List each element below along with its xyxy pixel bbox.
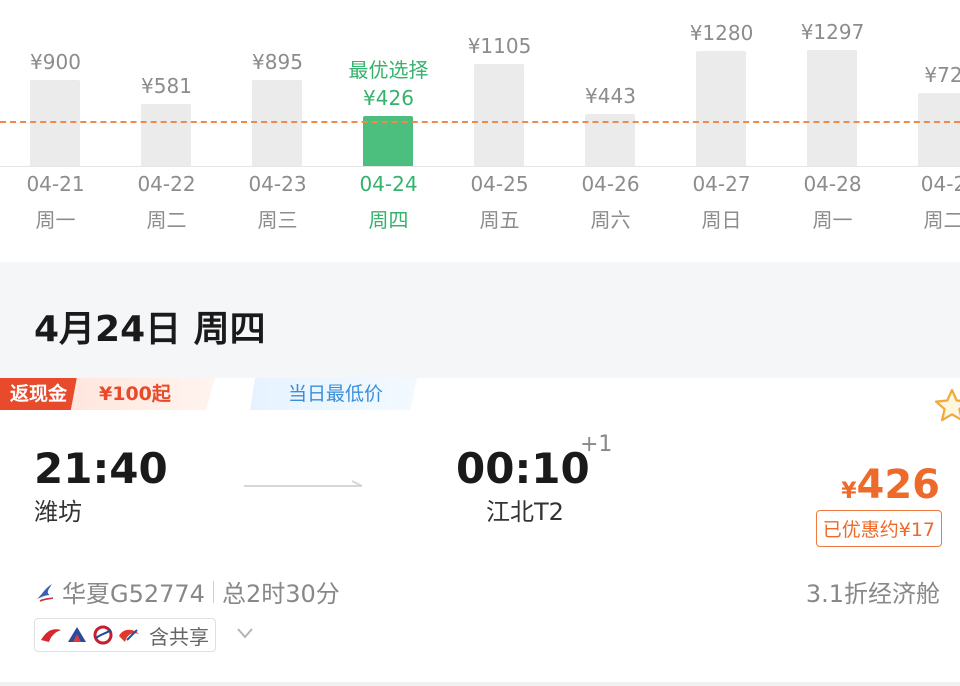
day-date: 04-28 <box>803 172 862 196</box>
day-price: ¥581 <box>141 74 192 98</box>
best-choice-label: 最优选择 <box>348 58 429 82</box>
day-date: 04-22 <box>137 172 196 196</box>
calendar-day-04-22[interactable]: ¥581 04-22 周二 <box>111 0 222 262</box>
arrow-right-icon <box>244 480 363 487</box>
day-weekday: 周五 <box>479 208 520 232</box>
calendar-day-04-25[interactable]: ¥1105 04-25 周五 <box>444 0 555 262</box>
day-date: 04-26 <box>581 172 640 196</box>
day-date: 04-2 <box>920 172 960 196</box>
day-date: 04-25 <box>470 172 529 196</box>
calendar-day-04-24[interactable]: ¥426 最优选择 04-24 周四 <box>333 0 444 262</box>
day-weekday: 周一 <box>35 208 76 232</box>
day-weekday: 周三 <box>257 208 298 232</box>
flight-card[interactable]: 返现金 ¥100起 当日最低价 21:40 潍坊 00:10 +1 江北T2 ¥… <box>0 378 960 686</box>
depart-time: 21:40 <box>34 444 168 493</box>
day-price: ¥443 <box>585 84 636 108</box>
discount-badge: 已优惠约¥17 <box>815 510 942 547</box>
day-price: ¥426 <box>363 86 414 110</box>
day-date: 04-24 <box>359 172 418 196</box>
star-icon[interactable] <box>932 386 960 426</box>
price-bar <box>918 93 960 166</box>
flight-duration: 总2时30分 <box>221 580 340 608</box>
day-price: ¥1105 <box>467 34 532 58</box>
day-price: ¥1297 <box>800 20 865 44</box>
lowest-price-dashed-line <box>0 121 960 123</box>
price-bar <box>30 80 80 166</box>
day-weekday: 周日 <box>701 208 742 232</box>
calendar-day-04-26[interactable]: ¥443 04-26 周六 <box>555 0 666 262</box>
depart-airport: 潍坊 <box>34 498 82 526</box>
airline-logo-icon <box>68 627 86 642</box>
price-bar <box>696 51 746 166</box>
price-calendar: ¥900 04-21 周一 ¥581 04-22 周二 ¥895 04-23 周三 ¥426 最优选… <box>0 0 960 262</box>
codeshare-label: 含共享 <box>149 624 209 649</box>
codeshare-box[interactable]: 含共享 <box>34 618 216 652</box>
airline-logo-icon <box>37 583 54 602</box>
chevron-down-icon[interactable] <box>236 626 254 640</box>
price-bar <box>807 50 857 166</box>
calendar-day-04-28[interactable]: ¥1297 04-28 周一 <box>777 0 888 262</box>
next-day-indicator: +1 <box>580 432 613 457</box>
cashback-label: 返现金 <box>0 378 78 410</box>
codeshare-airline-logos <box>39 621 143 649</box>
flight-price: ¥426 <box>841 462 940 508</box>
calendar-day-04-21[interactable]: ¥900 04-21 周一 <box>0 0 111 262</box>
lowest-price-tag: 当日最低价 <box>250 378 418 410</box>
day-weekday: 周四 <box>368 208 409 232</box>
arrive-time: 00:10 <box>456 444 590 493</box>
cashback-tag: 返现金 ¥100起 <box>0 378 215 410</box>
day-weekday: 周六 <box>590 208 631 232</box>
day-date: 04-21 <box>26 172 85 196</box>
day-price: ¥1280 <box>689 21 754 45</box>
calendar-day-04-2[interactable]: ¥72 04-2 周二 <box>888 0 960 262</box>
selected-date-title: 4月24日 周四 <box>34 309 266 350</box>
flight-meta: 华夏G52774 总2时30分 <box>34 574 340 609</box>
airline-logo-icon <box>93 625 113 645</box>
airline-logo-icon <box>41 629 61 642</box>
day-date: 04-23 <box>248 172 307 196</box>
cashback-amount: ¥100起 <box>71 378 215 410</box>
meta-divider <box>212 580 214 603</box>
calendar-day-04-27[interactable]: ¥1280 04-27 周日 <box>666 0 777 262</box>
flight-number: 华夏G52774 <box>62 580 205 608</box>
day-price: ¥900 <box>30 50 81 74</box>
day-price: ¥72 <box>924 63 960 87</box>
price-bar <box>252 80 302 166</box>
price-currency: ¥ <box>841 479 857 504</box>
arrive-airport: 江北T2 <box>486 498 564 526</box>
card-bottom-border <box>0 682 960 686</box>
price-bar <box>141 104 191 166</box>
day-weekday: 周二 <box>923 208 960 232</box>
price-value: 426 <box>856 462 941 508</box>
day-weekday: 周二 <box>146 208 187 232</box>
airline-logo-icon <box>119 629 139 642</box>
cabin-class: 3.1折经济舱 <box>805 580 940 608</box>
price-bar <box>363 116 413 166</box>
price-bar <box>474 64 524 166</box>
day-date: 04-27 <box>692 172 751 196</box>
day-weekday: 周一 <box>812 208 853 232</box>
calendar-day-04-23[interactable]: ¥895 04-23 周三 <box>222 0 333 262</box>
